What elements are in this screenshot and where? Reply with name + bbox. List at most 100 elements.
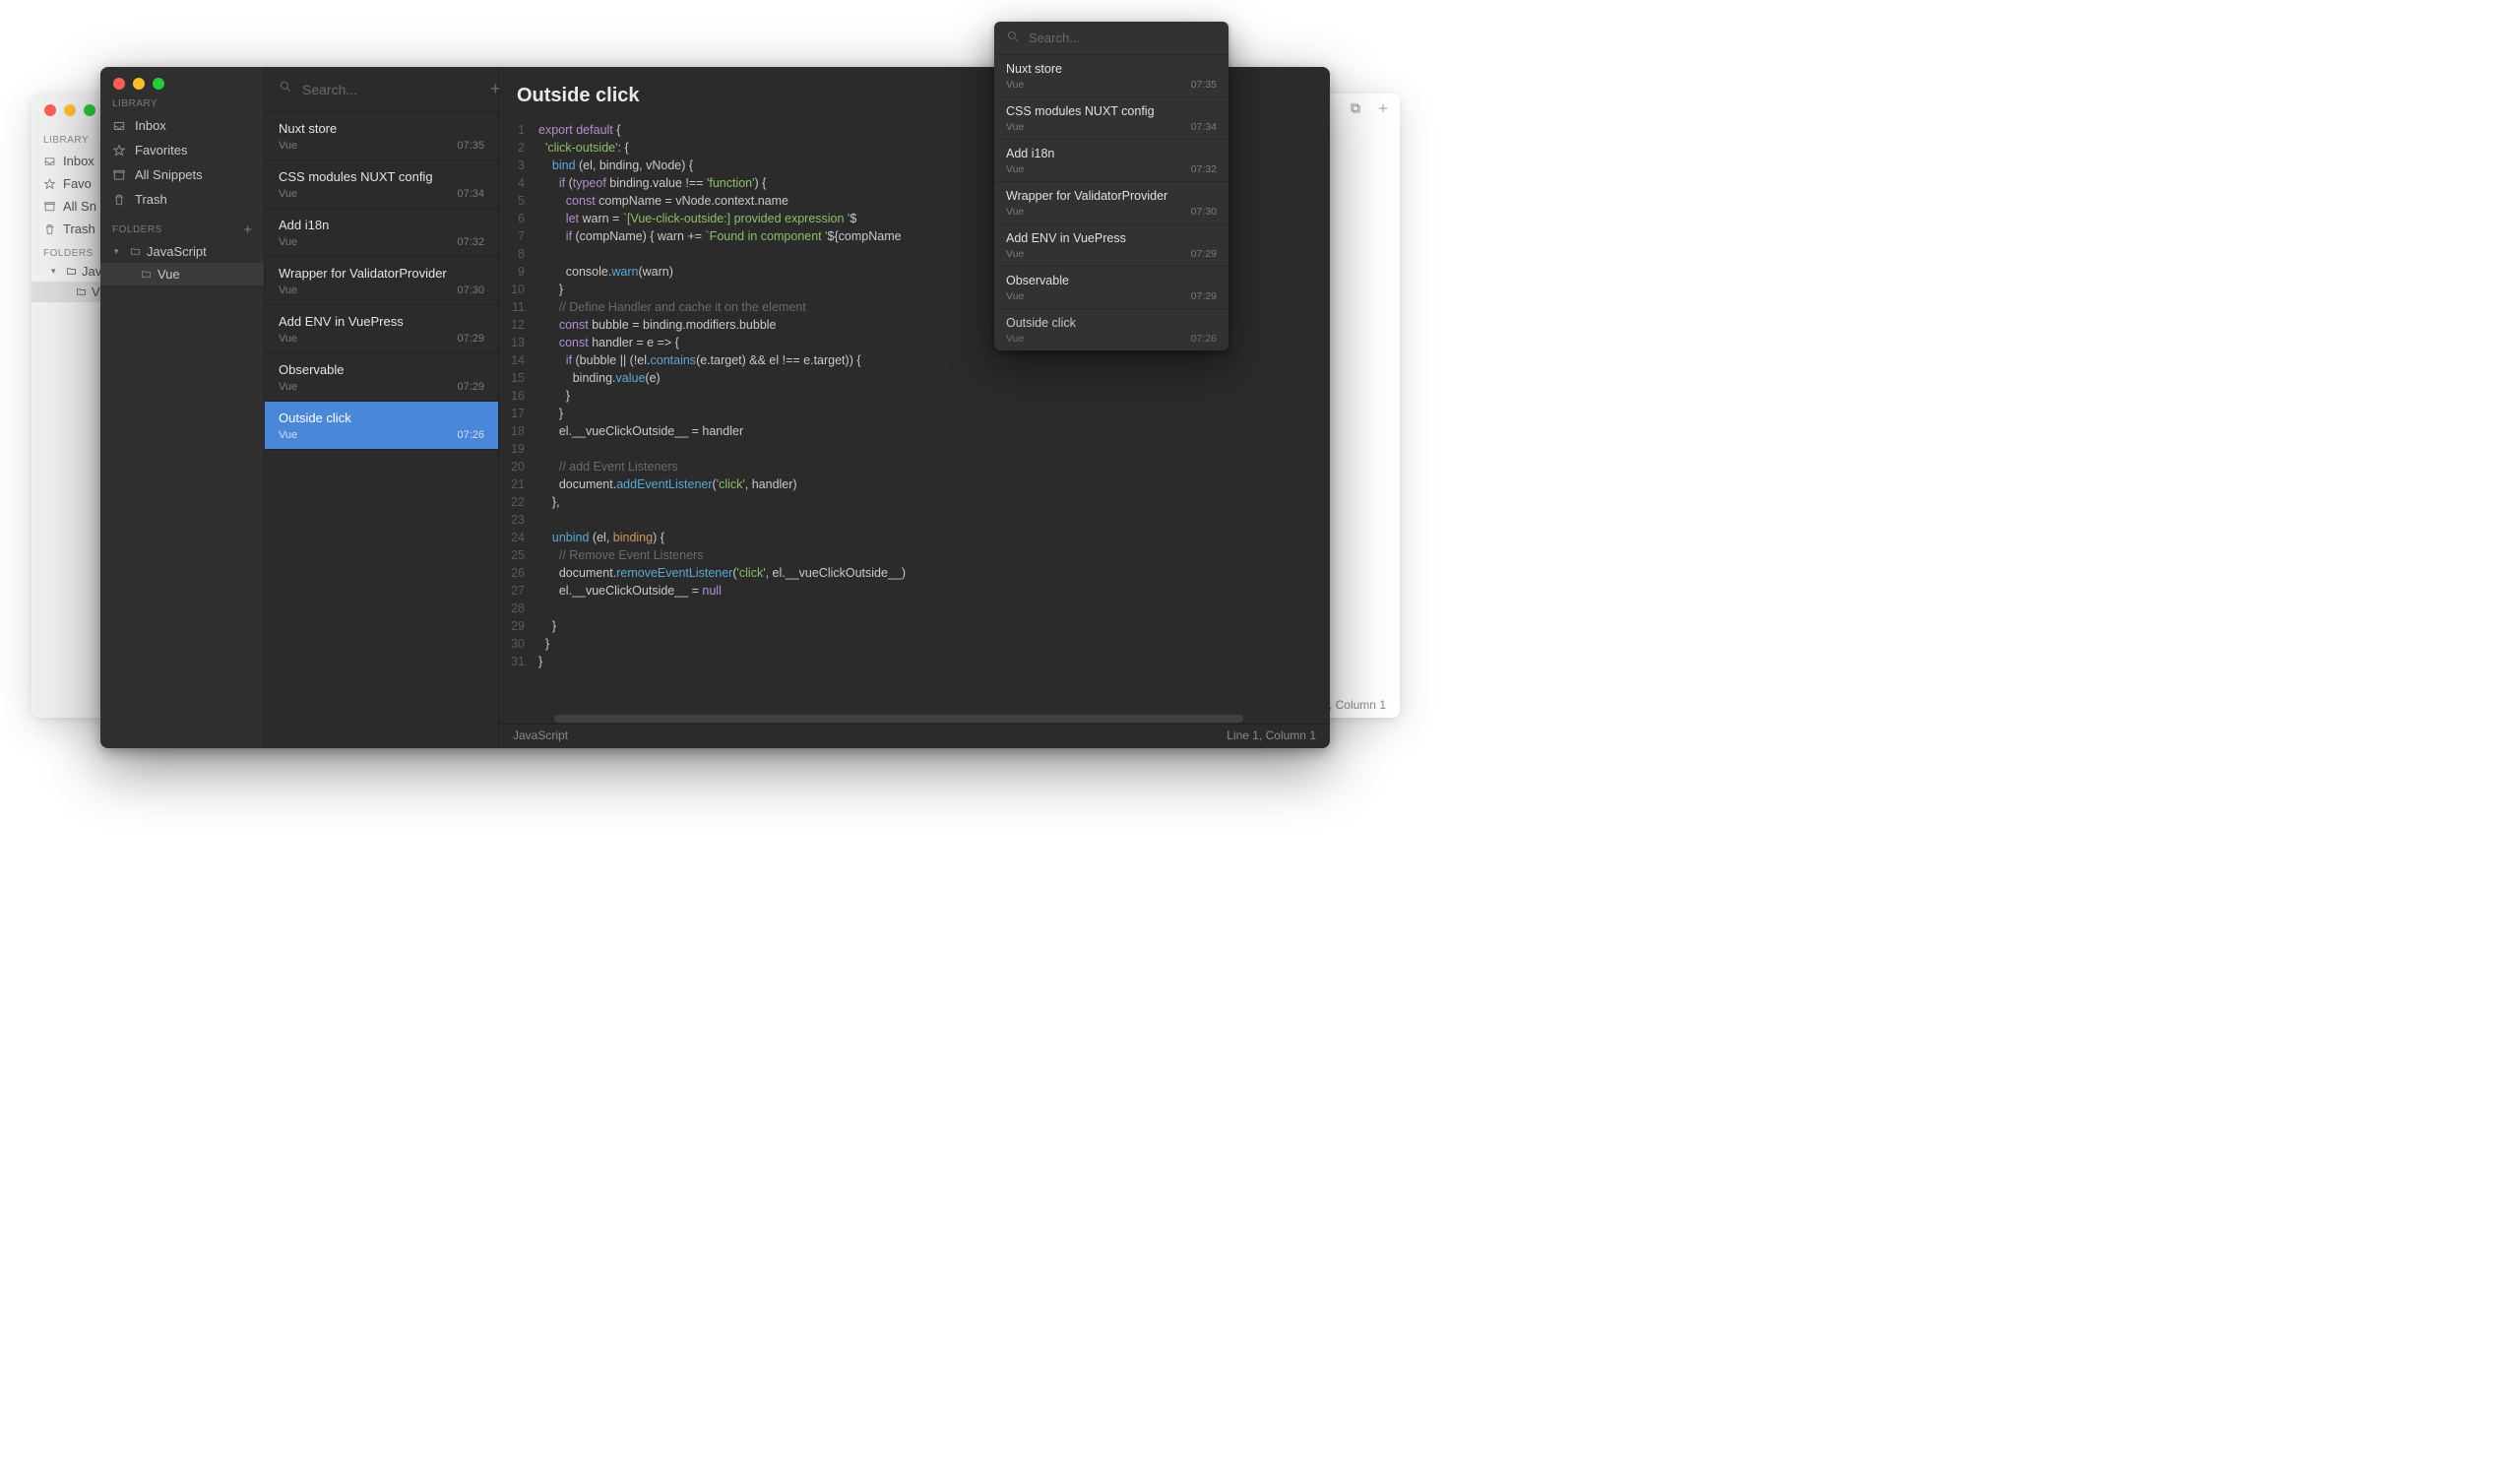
sidebar-item-inbox[interactable]: Inbox xyxy=(100,113,264,138)
line-number: 10 xyxy=(499,281,538,298)
line-number: 2 xyxy=(499,139,538,157)
folder-icon xyxy=(65,266,78,277)
snippet-time: 07:34 xyxy=(457,188,484,200)
code-line: document.addEventListener('click', handl… xyxy=(538,475,797,493)
sidebar-label: Trash xyxy=(63,222,95,236)
line-number: 18 xyxy=(499,422,538,440)
popover-item-time: 07:29 xyxy=(1191,248,1217,260)
minimize-icon[interactable] xyxy=(133,78,145,90)
horizontal-scrollbar[interactable] xyxy=(554,715,1243,723)
folder-javascript[interactable]: ▾JavaScript xyxy=(100,240,264,263)
status-language[interactable]: JavaScript xyxy=(513,728,568,742)
search-input[interactable] xyxy=(302,82,480,97)
copy-icon[interactable] xyxy=(1349,101,1362,120)
maximize-icon[interactable] xyxy=(153,78,164,90)
snippet-title: Wrapper for ValidatorProvider xyxy=(279,266,484,281)
popover-item[interactable]: Add ENV in VuePress Vue07:29 xyxy=(994,224,1228,267)
line-number: 21 xyxy=(499,475,538,493)
line-number: 5 xyxy=(499,192,538,210)
sidebar-item-trash[interactable]: Trash xyxy=(100,187,264,212)
code-line: binding.value(e) xyxy=(538,369,661,387)
snippet-time: 07:29 xyxy=(457,381,484,393)
folder-icon xyxy=(75,286,88,297)
popover-item[interactable]: Wrapper for ValidatorProvider Vue07:30 xyxy=(994,182,1228,224)
popover-item-time: 07:35 xyxy=(1191,79,1217,91)
close-icon[interactable] xyxy=(113,78,125,90)
sidebar-label: Inbox xyxy=(63,154,94,168)
code-line: } xyxy=(538,387,570,405)
snippet-item[interactable]: Wrapper for ValidatorProvider Vue07:30 xyxy=(265,257,498,305)
code-line: } xyxy=(538,635,549,653)
code-line: // add Event Listeners xyxy=(538,458,678,475)
popover-item-title: Nuxt store xyxy=(1006,62,1217,76)
popover-item-tag: Vue xyxy=(1006,79,1024,91)
line-number: 11 xyxy=(499,298,538,316)
code-line: } xyxy=(538,405,563,422)
popover-search-row xyxy=(994,22,1228,55)
snippet-item[interactable]: Nuxt store Vue07:35 xyxy=(265,112,498,160)
code-line: } xyxy=(538,281,563,298)
popover-item-time: 07:26 xyxy=(1191,333,1217,345)
folders-label: FOLDERS xyxy=(112,224,162,235)
code-line: 'click-outside': { xyxy=(538,139,629,157)
snippet-title: Add ENV in VuePress xyxy=(279,314,484,329)
line-number: 15 xyxy=(499,369,538,387)
code-line: const handler = e => { xyxy=(538,334,679,351)
popover-search-input[interactable] xyxy=(1029,31,1217,45)
popover-item[interactable]: Add i18n Vue07:32 xyxy=(994,140,1228,182)
line-number: 7 xyxy=(499,227,538,245)
code-line: el.__vueClickOutside__ = handler xyxy=(538,422,743,440)
snippet-item[interactable]: CSS modules NUXT config Vue07:34 xyxy=(265,160,498,209)
sidebar-label: All Sn xyxy=(63,199,96,214)
popover-item[interactable]: CSS modules NUXT config Vue07:34 xyxy=(994,97,1228,140)
sidebar-item-all-snippets[interactable]: All Snippets xyxy=(100,162,264,187)
popover-item-tag: Vue xyxy=(1006,333,1024,345)
dark-sidebar: LIBRARY Inbox Favorites All Snippets Tra… xyxy=(100,67,265,748)
snippet-time: 07:29 xyxy=(457,333,484,345)
popover-item[interactable]: Outside click Vue07:26 xyxy=(994,309,1228,350)
code-line: if (bubble || (!el.contains(e.target) &&… xyxy=(538,351,861,369)
line-number: 3 xyxy=(499,157,538,174)
snippet-tag: Vue xyxy=(279,333,297,345)
code-line: document.removeEventListener('click', el… xyxy=(538,564,906,582)
sidebar-label: Inbox xyxy=(135,118,166,133)
line-number: 25 xyxy=(499,546,538,564)
snippet-item[interactable]: Observable Vue07:29 xyxy=(265,353,498,402)
editor-statusbar: JavaScript Line 1, Column 1 xyxy=(499,724,1330,748)
popover-item-title: Add i18n xyxy=(1006,147,1217,160)
trash-icon xyxy=(112,193,126,207)
sidebar-item-favorites[interactable]: Favorites xyxy=(100,138,264,162)
chevron-down-icon: ▾ xyxy=(51,266,61,277)
popover-item[interactable]: Nuxt store Vue 07:35 xyxy=(994,55,1228,97)
line-number: 26 xyxy=(499,564,538,582)
folder-vue[interactable]: Vue xyxy=(100,263,264,285)
snippet-tag: Vue xyxy=(279,381,297,393)
add-folder-icon[interactable]: + xyxy=(243,222,252,238)
search-popover: Nuxt store Vue 07:35 CSS modules NUXT conf… xyxy=(994,22,1228,350)
popover-item-tag: Vue xyxy=(1006,248,1024,260)
inbox-icon xyxy=(112,119,126,133)
code-line: const compName = vNode.context.name xyxy=(538,192,788,210)
code-line: unbind (el, binding) { xyxy=(538,529,664,546)
close-icon[interactable] xyxy=(44,104,56,116)
snippet-tag: Vue xyxy=(279,236,297,248)
snippet-item[interactable]: Add i18n Vue07:32 xyxy=(265,209,498,257)
folders-header: FOLDERS + xyxy=(100,212,264,240)
snippet-tag: Vue xyxy=(279,285,297,296)
sidebar-label: Favo xyxy=(63,176,92,191)
line-number: 20 xyxy=(499,458,538,475)
maximize-icon[interactable] xyxy=(84,104,95,116)
snippet-tag: Vue xyxy=(279,429,297,441)
sidebar-label: All Snippets xyxy=(135,167,203,182)
light-toolbar xyxy=(1349,101,1390,120)
snippet-item[interactable]: Add ENV in VuePress Vue 07:29 xyxy=(265,305,498,353)
popover-item[interactable]: Observable Vue07:29 xyxy=(994,267,1228,309)
line-number: 16 xyxy=(499,387,538,405)
minimize-icon[interactable] xyxy=(64,104,76,116)
snippet-time: 07:26 xyxy=(457,429,484,441)
snippet-item[interactable]: Outside click Vue07:26 xyxy=(265,402,498,450)
archive-icon xyxy=(112,168,126,182)
plus-icon[interactable] xyxy=(1376,101,1390,120)
traffic-lights xyxy=(44,104,95,116)
snippet-title: CSS modules NUXT config xyxy=(279,169,484,184)
